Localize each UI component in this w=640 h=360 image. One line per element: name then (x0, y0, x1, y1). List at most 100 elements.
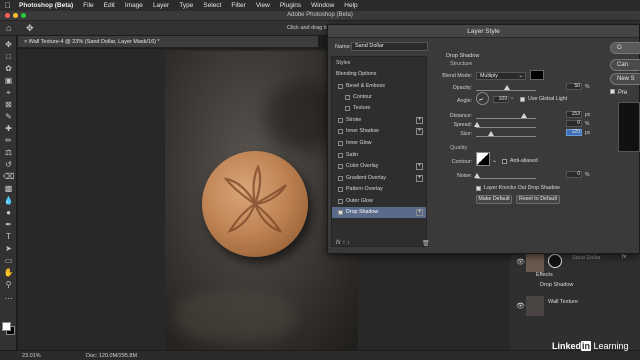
menu-plugins[interactable]: Plugins (280, 2, 301, 9)
style-gradient-overlay[interactable]: Gradient Overlay + (332, 173, 426, 184)
add-style-plus-icon[interactable]: + (416, 175, 423, 182)
layer-row-wall-texture[interactable]: 👁 Wall Texture (510, 294, 640, 318)
angle-dial[interactable] (476, 92, 489, 105)
style-color-overlay[interactable]: Color Overlay + (332, 161, 426, 172)
noise-input[interactable]: 0 (566, 171, 582, 178)
size-slider-knob[interactable] (488, 131, 494, 136)
zoom-level[interactable]: 23.01% (22, 353, 41, 359)
opacity-slider[interactable] (476, 90, 536, 91)
size-input[interactable]: 120 (566, 129, 582, 136)
style-satin[interactable]: Satin (332, 150, 426, 161)
styles-header[interactable]: Styles (332, 58, 426, 69)
style-checkbox[interactable] (338, 141, 343, 146)
shadow-color-swatch[interactable] (530, 70, 544, 80)
style-checkbox[interactable] (338, 129, 343, 134)
layer-effect-drop-shadow[interactable]: Drop Shadow (510, 280, 640, 292)
style-blending-options[interactable]: Blending Options (332, 69, 426, 80)
add-style-plus-icon[interactable]: + (416, 128, 423, 135)
blur-tool-icon[interactable]: 💧 (3, 196, 14, 205)
style-inner-glow[interactable]: Inner Glow (332, 138, 426, 149)
preview-toggle[interactable]: Pre (610, 89, 627, 96)
chevron-down-icon[interactable]: ⌄ (492, 157, 497, 164)
dodge-tool-icon[interactable]: ● (3, 208, 14, 217)
style-stroke[interactable]: Stroke + (332, 115, 426, 126)
style-checkbox[interactable] (338, 164, 343, 169)
blend-mode-select[interactable]: Multiply ⌄ (476, 72, 526, 80)
type-tool-icon[interactable]: T (3, 232, 14, 241)
add-style-plus-icon[interactable]: + (416, 209, 423, 216)
menu-edit[interactable]: Edit (104, 2, 115, 9)
spread-slider[interactable] (476, 127, 536, 128)
move-tool-icon[interactable]: ✥ (3, 40, 14, 49)
add-style-plus-icon[interactable]: + (416, 117, 423, 124)
style-texture[interactable]: Texture (332, 103, 426, 114)
spread-input[interactable]: 0 (566, 120, 582, 127)
menu-file[interactable]: File (83, 2, 93, 9)
menu-view[interactable]: View (256, 2, 270, 9)
distance-slider-knob[interactable] (521, 113, 527, 118)
eye-icon[interactable]: 👁 (516, 258, 525, 266)
anti-aliased-checkbox[interactable] (502, 159, 507, 164)
noise-slider-knob[interactable] (474, 173, 480, 178)
style-contour[interactable]: Contour (332, 92, 426, 103)
preview-checkbox[interactable] (610, 89, 615, 94)
menu-select[interactable]: Select (203, 2, 221, 9)
style-checkbox[interactable] (338, 210, 343, 215)
use-global-light-checkbox[interactable] (520, 97, 525, 102)
style-pattern-overlay[interactable]: Pattern Overlay (332, 184, 426, 195)
layer-mask-thumbnail[interactable] (548, 254, 562, 268)
distance-slider[interactable] (476, 118, 536, 119)
object-select-tool-icon[interactable]: ▣ (3, 76, 14, 85)
style-checkbox[interactable] (338, 187, 343, 192)
menu-type[interactable]: Type (179, 2, 193, 9)
opacity-slider-knob[interactable] (504, 85, 510, 90)
add-style-plus-icon[interactable]: + (416, 163, 423, 170)
make-default-button[interactable]: Make Default (476, 195, 512, 204)
crop-tool-icon[interactable]: ⌖ (3, 88, 14, 97)
style-drop-shadow[interactable]: Drop Shadow + (332, 207, 426, 218)
foreground-color-swatch[interactable] (2, 322, 11, 331)
healing-brush-icon[interactable]: ✚ (3, 124, 14, 133)
zoom-tool-icon[interactable]: ⚲ (3, 280, 14, 289)
menu-help[interactable]: Help (344, 2, 357, 9)
style-checkbox[interactable] (338, 84, 343, 89)
fx-menu-icon[interactable]: fx ↑ ↓ (336, 240, 350, 246)
size-slider[interactable] (476, 136, 536, 137)
angle-input[interactable]: 109 (493, 96, 509, 103)
layer-name-field[interactable]: Sand Dollar (351, 42, 428, 51)
more-tools-icon[interactable]: ⋯ (3, 294, 14, 303)
style-checkbox[interactable] (345, 106, 350, 111)
style-checkbox[interactable] (338, 199, 343, 204)
knockout-checkbox[interactable] (476, 186, 481, 191)
style-bevel-emboss[interactable]: Bevel & Emboss (332, 81, 426, 92)
shape-tool-icon[interactable]: ▭ (3, 256, 14, 265)
opacity-input[interactable]: 50 (566, 83, 582, 90)
sand-dollar-image[interactable] (202, 151, 308, 257)
lasso-tool-icon[interactable]: ✿ (3, 64, 14, 73)
spread-slider-knob[interactable] (474, 122, 480, 127)
ok-button[interactable]: O (610, 42, 640, 54)
document-tab[interactable]: × Wall Texture-4 @ 23% (Sand Dollar, Lay… (18, 36, 318, 48)
reset-to-default-button[interactable]: Reset to Default (516, 195, 560, 204)
home-icon[interactable]: ⌂ (6, 23, 11, 33)
trash-icon[interactable]: 🗑 (422, 240, 430, 247)
style-outer-glow[interactable]: Outer Glow (332, 196, 426, 207)
noise-slider[interactable] (476, 178, 536, 179)
style-inner-shadow[interactable]: Inner Shadow + (332, 126, 426, 137)
eyedropper-tool-icon[interactable]: ✎ (3, 112, 14, 121)
brush-tool-icon[interactable]: ✏ (3, 136, 14, 145)
menu-layer[interactable]: Layer (153, 2, 169, 9)
contour-preview[interactable] (476, 152, 490, 166)
app-menu[interactable]: Photoshop (Beta) (19, 2, 73, 9)
path-select-icon[interactable]: ➤ (3, 244, 14, 253)
style-checkbox[interactable] (338, 176, 343, 181)
cancel-button[interactable]: Can (610, 59, 640, 71)
move-tool-icon[interactable]: ✥ (26, 23, 34, 34)
eraser-tool-icon[interactable]: ⌫ (3, 172, 14, 181)
menu-filter[interactable]: Filter (231, 2, 245, 9)
distance-input[interactable]: 153 (566, 111, 582, 118)
style-checkbox[interactable] (338, 118, 343, 123)
gradient-tool-icon[interactable]: ▩ (3, 184, 14, 193)
new-style-button[interactable]: New S (610, 73, 640, 85)
history-brush-icon[interactable]: ↺ (3, 160, 14, 169)
